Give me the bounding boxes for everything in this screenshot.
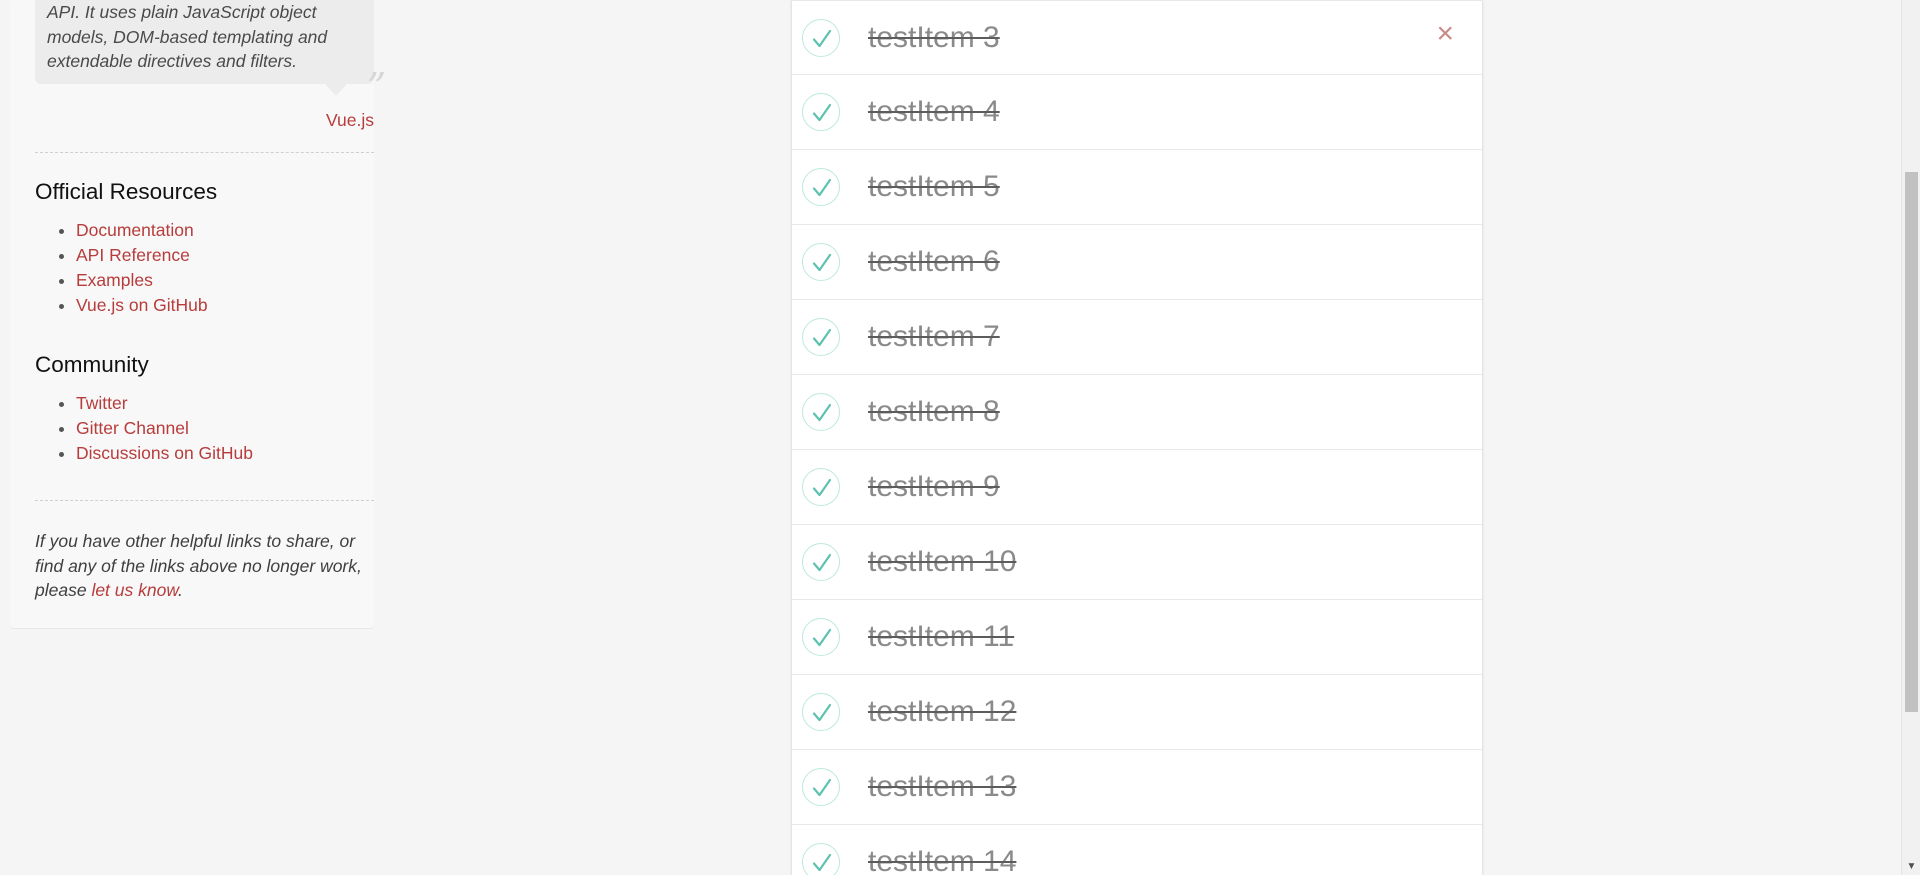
todo-label[interactable]: testItem 6 [868, 243, 1000, 281]
quote-source-link[interactable]: Vue.js [35, 110, 374, 131]
link-discussions-github[interactable]: Discussions on GitHub [76, 443, 253, 463]
vertical-scrollbar[interactable]: ▼ [1901, 0, 1920, 875]
toggle-checkbox[interactable] [802, 93, 840, 131]
note-prefix: If you have other helpful links to share… [35, 531, 362, 600]
scroll-down-arrow-icon[interactable]: ▼ [1902, 858, 1920, 875]
todo-label[interactable]: testItem 8 [868, 393, 1000, 431]
list-item: Documentation [76, 218, 362, 243]
todo-item[interactable]: testItem 3 × [792, 0, 1482, 75]
todo-item[interactable]: testItem 9 [792, 450, 1482, 525]
checkmark-icon [812, 478, 832, 497]
todo-items: testItem 3 × testItem 4 testItem 5 testItem … [792, 0, 1482, 875]
toggle-checkbox[interactable] [802, 618, 840, 656]
toggle-checkbox[interactable] [802, 318, 840, 356]
todo-item[interactable]: testItem 7 [792, 300, 1482, 375]
todo-label[interactable]: testItem 13 [868, 768, 1016, 806]
todo-item[interactable]: testItem 11 [792, 600, 1482, 675]
todo-item[interactable]: testItem 13 [792, 750, 1482, 825]
checkmark-icon [812, 178, 832, 197]
todo-label[interactable]: testItem 3 [868, 19, 1000, 57]
link-examples[interactable]: Examples [76, 270, 153, 290]
todo-item[interactable]: testItem 14 [792, 825, 1482, 875]
list-item: Twitter [76, 391, 362, 416]
todo-list: testItem 3 × testItem 4 testItem 5 testItem … [792, 0, 1482, 875]
todo-label[interactable]: testItem 14 [868, 843, 1016, 875]
checkmark-icon [812, 403, 832, 422]
scrollbar-thumb[interactable] [1905, 172, 1918, 712]
checkmark-icon [812, 778, 832, 797]
checkmark-icon [812, 703, 832, 722]
toggle-checkbox[interactable] [802, 168, 840, 206]
toggle-checkbox[interactable] [802, 19, 840, 57]
todo-label[interactable]: testItem 4 [868, 93, 1000, 131]
list-item: Vue.js on GitHub [76, 293, 362, 318]
help-note: If you have other helpful links to share… [35, 529, 374, 603]
link-documentation[interactable]: Documentation [76, 220, 194, 240]
toggle-checkbox[interactable] [802, 843, 840, 875]
list-item: Examples [76, 268, 362, 293]
official-resources-list: Documentation API Reference Examples Vue… [76, 218, 362, 318]
todo-label[interactable]: testItem 12 [868, 693, 1016, 731]
toggle-checkbox[interactable] [802, 393, 840, 431]
quote-tail [325, 84, 347, 96]
checkmark-icon [812, 553, 832, 572]
checkmark-icon [812, 628, 832, 647]
quote-mark-icon: ” [366, 65, 386, 109]
note-suffix: . [178, 580, 183, 600]
todo-label[interactable]: testItem 7 [868, 318, 1000, 356]
list-item: API Reference [76, 243, 362, 268]
quote-text: API. It uses plain JavaScript object mod… [47, 2, 328, 71]
todo-item[interactable]: testItem 10 [792, 525, 1482, 600]
delete-todo-button[interactable]: × [1436, 19, 1454, 49]
toggle-checkbox[interactable] [802, 768, 840, 806]
todo-item[interactable]: testItem 12 [792, 675, 1482, 750]
list-item: Discussions on GitHub [76, 441, 362, 466]
community-list: Twitter Gitter Channel Discussions on Gi… [76, 391, 362, 466]
sidebar: API. It uses plain JavaScript object mod… [10, 0, 386, 628]
checkmark-icon [812, 853, 832, 872]
link-api-reference[interactable]: API Reference [76, 245, 190, 265]
page: API. It uses plain JavaScript object mod… [0, 0, 1920, 875]
checkmark-icon [812, 103, 832, 122]
toggle-checkbox[interactable] [802, 243, 840, 281]
todo-label[interactable]: testItem 9 [868, 468, 1000, 506]
checkmark-icon [812, 328, 832, 347]
todo-item[interactable]: testItem 4 [792, 75, 1482, 150]
divider [35, 500, 374, 501]
official-resources-title: Official Resources [35, 179, 218, 204]
todo-label[interactable]: testItem 11 [868, 618, 1014, 656]
let-us-know-link[interactable]: let us know [91, 580, 178, 600]
todo-label[interactable]: testItem 10 [868, 543, 1016, 581]
toggle-checkbox[interactable] [802, 693, 840, 731]
checkmark-icon [812, 29, 832, 48]
link-vuejs-github[interactable]: Vue.js on GitHub [76, 295, 208, 315]
todo-item[interactable]: testItem 5 [792, 150, 1482, 225]
link-gitter-channel[interactable]: Gitter Channel [76, 418, 189, 438]
toggle-checkbox[interactable] [802, 543, 840, 581]
list-item: Gitter Channel [76, 416, 362, 441]
todo-item[interactable]: testItem 6 [792, 225, 1482, 300]
toggle-checkbox[interactable] [802, 468, 840, 506]
community-title: Community [35, 352, 149, 377]
todo-item[interactable]: testItem 8 [792, 375, 1482, 450]
divider [35, 152, 374, 153]
todo-label[interactable]: testItem 5 [868, 168, 1000, 206]
checkmark-icon [812, 253, 832, 272]
quote-box: API. It uses plain JavaScript object mod… [35, 0, 386, 106]
link-twitter[interactable]: Twitter [76, 393, 128, 413]
